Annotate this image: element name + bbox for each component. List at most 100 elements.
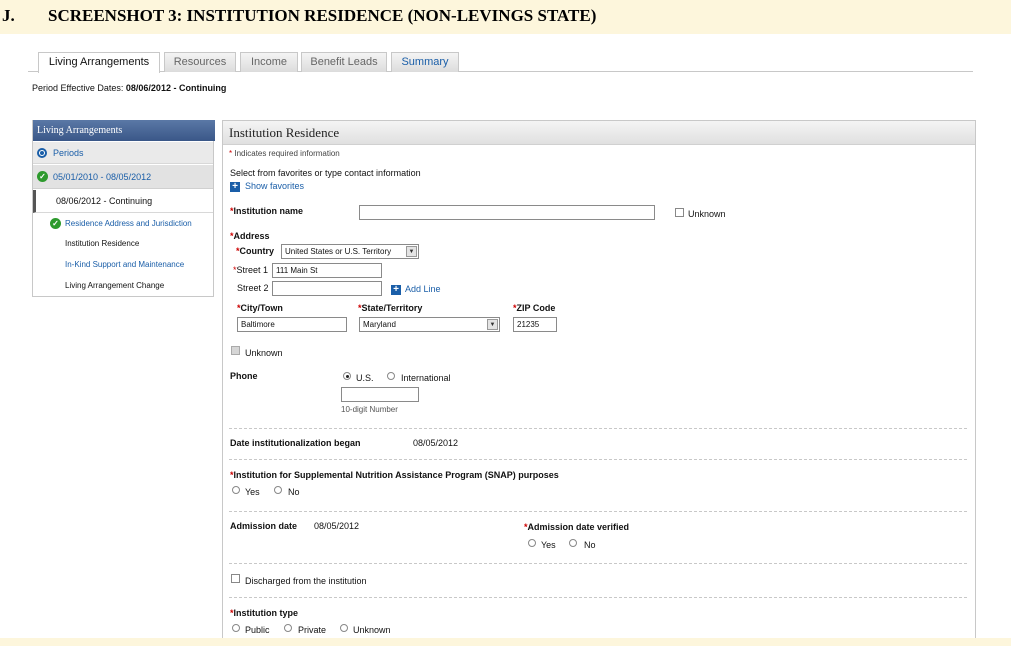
zip-label-text: ZIP Code (516, 303, 556, 313)
admission-verified-no-label: No (584, 540, 596, 550)
sidebar-item-label: In-Kind Support and Maintenance (65, 260, 185, 269)
sidebar-item-period-continuing[interactable]: 08/06/2012 - Continuing (33, 190, 213, 213)
sidebar-continuing-label: 08/06/2012 - Continuing (56, 196, 153, 206)
street2-label: Street 2 (237, 283, 269, 293)
snap-no-label: No (288, 487, 300, 497)
type-private-label: Private (298, 625, 327, 635)
zip-label: *ZIP Code (513, 303, 555, 313)
address-label-text: Address (233, 231, 270, 241)
institution-type-label: *Institution type (230, 608, 298, 618)
dropdown-arrow-icon: ▼ (487, 319, 498, 330)
state-label: *State/Territory (358, 303, 422, 313)
sidebar-periods-label: Periods (53, 148, 84, 158)
snap-yes-radio[interactable] (232, 486, 240, 494)
address-unknown-checkbox[interactable] (231, 346, 240, 355)
type-private-radio[interactable] (284, 624, 292, 632)
section-divider (229, 511, 967, 512)
institution-type-label-text: Institution type (233, 608, 299, 618)
heading-title: SCREENSHOT 3: INSTITUTION RESIDENCE (NON… (48, 6, 597, 25)
tab-income[interactable]: Income (240, 52, 298, 72)
city-label: *City/Town (237, 303, 283, 313)
country-value: United States or U.S. Territory (285, 247, 392, 256)
street1-input[interactable]: 111 Main St (272, 263, 382, 278)
add-line-link[interactable]: Add Line (405, 284, 441, 294)
date-institutionalization-label: Date institutionalization began (230, 438, 361, 448)
admission-date-label: Admission date (230, 521, 298, 531)
admission-verified-no-radio[interactable] (569, 539, 577, 547)
street1-label-text: Street 1 (236, 265, 269, 275)
check-complete-icon: ✓ (50, 218, 61, 229)
phone-number-input[interactable] (341, 387, 419, 402)
type-public-radio[interactable] (232, 624, 240, 632)
sidebar-item-residence-address[interactable]: ✓ Residence Address and Jurisdiction (33, 214, 213, 234)
admission-date-value: 08/05/2012 (314, 521, 360, 531)
address-unknown-label: Unknown (245, 348, 283, 358)
address-label: *Address (230, 231, 270, 241)
admission-verified-label-text: Admission date verified (527, 522, 630, 532)
tab-benefit-leads[interactable]: Benefit Leads (301, 52, 387, 72)
heading-number: J. (2, 6, 15, 25)
sidebar-item-in-kind-support[interactable]: In-Kind Support and Maintenance (33, 255, 213, 275)
institution-name-label: *Institution name (230, 206, 303, 216)
required-info-note: * Indicates required information (229, 149, 340, 158)
favorites-instruction: Select from favorites or type contact in… (230, 168, 421, 178)
admission-verified-yes-label: Yes (541, 540, 556, 550)
type-unknown-radio[interactable] (340, 624, 348, 632)
city-input[interactable]: Baltimore (237, 317, 347, 332)
phone-label: Phone (230, 371, 258, 381)
required-marker: * (229, 149, 233, 158)
sidebar-range-label: 05/01/2010 - 08/05/2012 (53, 172, 152, 182)
sidebar-item-period-range[interactable]: ✓ 05/01/2010 - 08/05/2012 (33, 165, 213, 189)
required-note-text: Indicates required information (234, 149, 340, 158)
tab-living-arrangements[interactable]: Living Arrangements (38, 52, 160, 73)
show-favorites-link[interactable]: Show favorites (245, 181, 304, 191)
institution-name-unknown-label: Unknown (688, 209, 726, 219)
type-public-label: Public (245, 625, 270, 635)
sidebar-item-institution-residence[interactable]: Institution Residence (33, 234, 213, 254)
street2-input[interactable] (272, 281, 382, 296)
snap-label: *Institution for Supplemental Nutrition … (230, 470, 559, 480)
page-bottom-strip (0, 638, 1011, 646)
admission-verified-yes-radio[interactable] (528, 539, 536, 547)
screenshot-panel: Living Arrangements Resources Income Ben… (0, 34, 1011, 640)
country-label: *Country (236, 246, 274, 256)
tab-summary[interactable]: Summary (391, 52, 459, 72)
discharged-checkbox[interactable] (231, 574, 240, 583)
phone-hint: 10-digit Number (341, 405, 398, 414)
sidebar-item-living-arrangement-change[interactable]: Living Arrangement Change (33, 276, 213, 296)
city-label-text: City/Town (240, 303, 283, 313)
sidebar-item-label: Institution Residence (65, 239, 140, 248)
section-divider (229, 428, 967, 429)
sidebar-item-label: Residence Address and Jurisdiction (65, 219, 192, 228)
snap-no-radio[interactable] (274, 486, 282, 494)
type-unknown-label: Unknown (353, 625, 391, 635)
admission-verified-label: *Admission date verified (524, 522, 629, 532)
section-divider (229, 563, 967, 564)
period-value: 08/06/2012 - Continuing (125, 83, 227, 93)
institution-name-label-text: Institution name (233, 206, 304, 216)
phone-international-radio[interactable] (387, 372, 395, 380)
section-divider (229, 459, 967, 460)
country-select[interactable]: United States or U.S. Territory ▼ (281, 244, 419, 259)
period-label: Period Effective Dates: (32, 83, 124, 93)
institution-residence-form: Institution Residence * Indicates requir… (222, 120, 976, 640)
phone-international-label: International (401, 373, 451, 383)
sidebar-item-label: Living Arrangement Change (65, 281, 165, 290)
period-effective-dates: Period Effective Dates: 08/06/2012 - Con… (32, 83, 226, 93)
street1-label: *Street 1 (233, 265, 268, 275)
institution-name-unknown-checkbox[interactable] (675, 208, 684, 217)
state-select[interactable]: Maryland ▼ (359, 317, 500, 332)
snap-yes-label: Yes (245, 487, 260, 497)
country-label-text: Country (239, 246, 275, 256)
zip-input[interactable]: 21235 (513, 317, 557, 332)
tab-resources[interactable]: Resources (164, 52, 236, 72)
form-title: Institution Residence (223, 121, 975, 145)
date-institutionalization-value: 08/05/2012 (413, 438, 459, 448)
phone-us-radio[interactable] (343, 372, 351, 380)
sidebar-item-periods[interactable]: Periods (33, 142, 213, 164)
plus-icon: + (391, 285, 401, 295)
document-heading: J. SCREENSHOT 3: INSTITUTION RESIDENCE (… (0, 0, 1011, 34)
state-label-text: State/Territory (361, 303, 423, 313)
institution-name-input[interactable] (359, 205, 655, 220)
snap-label-text: Institution for Supplemental Nutrition A… (233, 470, 559, 480)
